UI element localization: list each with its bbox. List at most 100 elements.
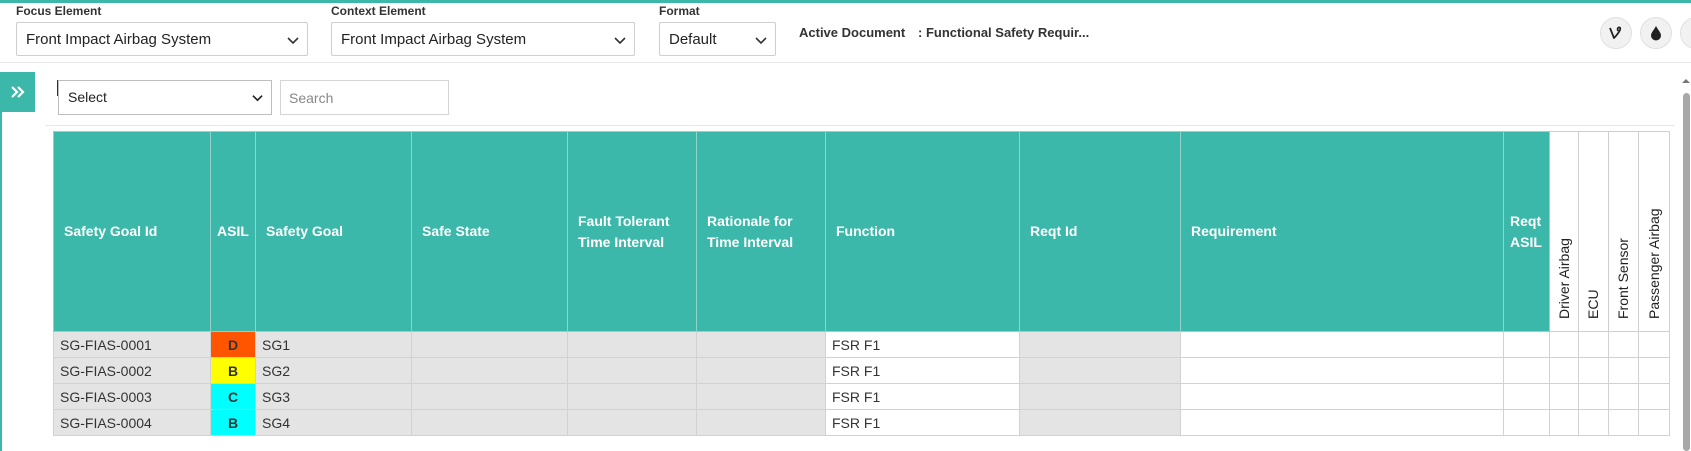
top-accent-line <box>0 0 1691 3</box>
header-passenger-airbag[interactable]: Passenger Airbag <box>1638 131 1670 332</box>
drop-icon <box>1651 26 1661 41</box>
cell-safety-goal-id[interactable]: SG-FIAS-0001 <box>53 331 211 358</box>
cell-passenger-airbag[interactable] <box>1638 331 1670 358</box>
cell-safety-goal-id[interactable]: SG-FIAS-0002 <box>53 357 211 384</box>
header-rationale-for-time-interval[interactable]: Rationale for Time Interval <box>696 131 826 332</box>
cell-front-sensor[interactable] <box>1608 331 1639 358</box>
cell-reqt-asil[interactable] <box>1503 383 1550 410</box>
format-value: Default <box>669 31 717 48</box>
table-row[interactable]: SG-FIAS-0001 D SG1 FSR F1 <box>53 331 1670 358</box>
header-driver-airbag-text: Driver Airbag <box>1555 238 1572 319</box>
cell-ecu[interactable] <box>1578 409 1609 436</box>
header-safe-state[interactable]: Safe State <box>411 131 568 332</box>
focus-element-select[interactable]: Front Impact Airbag System <box>16 22 308 56</box>
header-front-sensor-text: Front Sensor <box>1615 238 1631 319</box>
search-input[interactable] <box>280 80 449 115</box>
context-element-value: Front Impact Airbag System <box>341 31 527 48</box>
expand-panel-button[interactable] <box>0 72 35 112</box>
cell-safety-goal-id[interactable]: SG-FIAS-0004 <box>53 409 211 436</box>
context-element-select[interactable]: Front Impact Airbag System <box>331 22 635 56</box>
header-function[interactable]: Function <box>825 131 1020 332</box>
cell-reqt-id[interactable] <box>1019 331 1181 358</box>
chevron-down-icon <box>252 95 263 102</box>
cell-asil[interactable]: D <box>210 331 256 358</box>
cell-requirement[interactable] <box>1180 409 1504 436</box>
drop-button[interactable] <box>1640 17 1672 49</box>
cell-ftti[interactable] <box>567 331 697 358</box>
table-row[interactable]: SG-FIAS-0003 C SG3 FSR F1 <box>53 383 1670 410</box>
cell-asil[interactable]: B <box>210 409 256 436</box>
cell-safety-goal[interactable]: SG4 <box>255 409 412 436</box>
header-driver-airbag[interactable]: Driver Airbag <box>1549 131 1579 332</box>
cell-front-sensor[interactable] <box>1608 409 1639 436</box>
cell-function[interactable]: FSR F1 <box>825 409 1020 436</box>
cell-safety-goal[interactable]: SG3 <box>255 383 412 410</box>
cell-reqt-asil[interactable] <box>1503 331 1550 358</box>
cell-requirement[interactable] <box>1180 383 1504 410</box>
cell-rationale[interactable] <box>696 383 826 410</box>
cell-safety-goal-id[interactable]: SG-FIAS-0003 <box>53 383 211 410</box>
header-requirement[interactable]: Requirement <box>1180 131 1504 332</box>
active-document-value: : Functional Safety Requir... <box>918 25 1090 40</box>
cell-front-sensor[interactable] <box>1608 383 1639 410</box>
cell-driver-airbag[interactable] <box>1549 409 1579 436</box>
table-row[interactable]: SG-FIAS-0004 B SG4 FSR F1 <box>53 409 1670 436</box>
cell-reqt-id[interactable] <box>1019 409 1181 436</box>
cell-ecu[interactable] <box>1578 357 1609 384</box>
cell-ftti[interactable] <box>567 409 697 436</box>
header-passenger-airbag-text: Passenger Airbag <box>1645 208 1662 319</box>
cell-driver-airbag[interactable] <box>1549 383 1579 410</box>
vertical-scrollbar-thumb[interactable] <box>1683 93 1690 451</box>
format-label: Format <box>659 4 700 18</box>
cell-front-sensor[interactable] <box>1608 357 1639 384</box>
cell-reqt-asil[interactable] <box>1503 357 1550 384</box>
cell-rationale[interactable] <box>696 357 826 384</box>
cell-asil[interactable]: C <box>210 383 256 410</box>
cell-passenger-airbag[interactable] <box>1638 409 1670 436</box>
cell-passenger-airbag[interactable] <box>1638 357 1670 384</box>
cell-ecu[interactable] <box>1578 383 1609 410</box>
table-row[interactable]: SG-FIAS-0002 B SG2 FSR F1 <box>53 357 1670 384</box>
safety-goals-table: Safety Goal Id ASIL Safety Goal Safe Sta… <box>53 131 1670 436</box>
cell-ecu[interactable] <box>1578 331 1609 358</box>
filter-select[interactable]: Select <box>58 80 272 115</box>
cell-function[interactable]: FSR F1 <box>825 331 1020 358</box>
header-safety-goal[interactable]: Safety Goal <box>255 131 412 332</box>
context-element-label: Context Element <box>331 4 426 18</box>
cell-reqt-asil[interactable] <box>1503 409 1550 436</box>
cell-rationale[interactable] <box>696 409 826 436</box>
header-fault-tolerant-time-interval[interactable]: Fault Tolerant Time Interval <box>567 131 697 332</box>
cell-reqt-id[interactable] <box>1019 357 1181 384</box>
header-ecu[interactable]: ECU <box>1578 131 1609 332</box>
cell-safety-goal[interactable]: SG1 <box>255 331 412 358</box>
cell-function[interactable]: FSR F1 <box>825 383 1020 410</box>
cell-ftti[interactable] <box>567 383 697 410</box>
header-reqt-id[interactable]: Reqt Id <box>1019 131 1181 332</box>
header-safety-goal-id[interactable]: Safety Goal Id <box>53 131 211 332</box>
cell-safe-state[interactable] <box>411 357 568 384</box>
header-reqt-asil[interactable]: Reqt ASIL <box>1503 131 1550 332</box>
chevron-down-icon <box>755 37 767 45</box>
cell-rationale[interactable] <box>696 331 826 358</box>
scroll-up-arrow-icon[interactable] <box>1681 76 1691 86</box>
cell-requirement[interactable] <box>1180 357 1504 384</box>
cell-reqt-id[interactable] <box>1019 383 1181 410</box>
header-asil[interactable]: ASIL <box>210 131 256 332</box>
cell-requirement[interactable] <box>1180 331 1504 358</box>
more-button[interactable] <box>1680 17 1691 49</box>
cell-safe-state[interactable] <box>411 331 568 358</box>
cell-asil[interactable]: B <box>210 357 256 384</box>
header-ecu-text: ECU <box>1585 289 1601 319</box>
cell-driver-airbag[interactable] <box>1549 357 1579 384</box>
cell-driver-airbag[interactable] <box>1549 331 1579 358</box>
cell-ftti[interactable] <box>567 357 697 384</box>
format-select[interactable]: Default <box>659 22 776 56</box>
cell-safety-goal[interactable]: SG2 <box>255 357 412 384</box>
cell-safe-state[interactable] <box>411 409 568 436</box>
cell-passenger-airbag[interactable] <box>1638 383 1670 410</box>
header-front-sensor[interactable]: Front Sensor <box>1608 131 1639 332</box>
cell-function[interactable]: FSR F1 <box>825 357 1020 384</box>
cell-safe-state[interactable] <box>411 383 568 410</box>
focus-element-label: Focus Element <box>16 4 102 18</box>
vine-button[interactable] <box>1600 17 1632 49</box>
